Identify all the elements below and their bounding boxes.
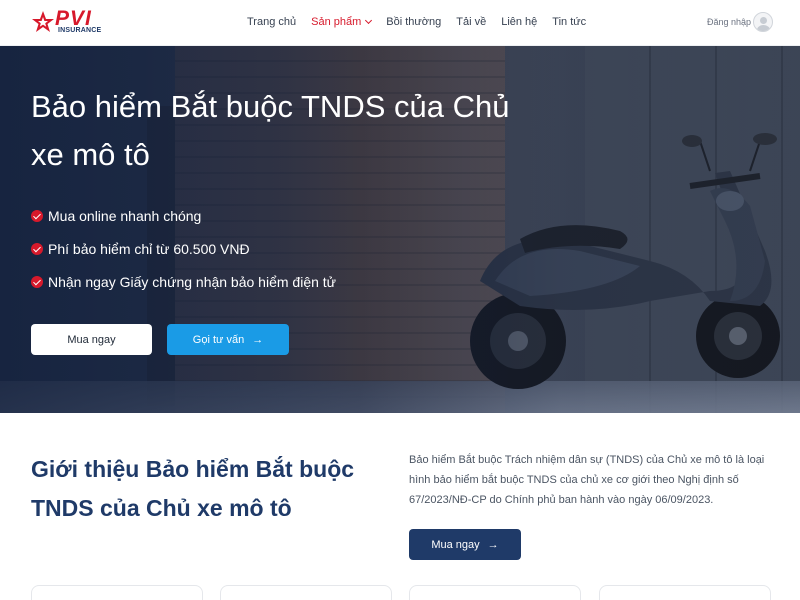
intro-buy-now-button[interactable]: Mua ngay → bbox=[409, 529, 521, 560]
product-cards-row bbox=[31, 585, 773, 600]
button-label: Mua ngay bbox=[67, 333, 116, 346]
nav-item-claims[interactable]: Bồi thường bbox=[386, 16, 441, 28]
chevron-down-icon bbox=[365, 16, 373, 25]
nav-item-contact[interactable]: Liên hệ bbox=[501, 16, 537, 28]
nav-item-home[interactable]: Trang chủ bbox=[247, 16, 296, 28]
nav-item-news[interactable]: Tin tức bbox=[552, 16, 586, 28]
avatar-icon[interactable] bbox=[753, 12, 773, 32]
nav-label: Trang chủ bbox=[247, 16, 297, 28]
nav-item-products[interactable]: Sản phẩm bbox=[311, 16, 373, 28]
intro-title: Giới thiệu Bảo hiểm Bắt buộc TNDS của Ch… bbox=[31, 456, 355, 521]
arrow-right-icon: → bbox=[252, 333, 264, 346]
arrow-right-icon: → bbox=[487, 538, 499, 551]
nav-item-downloads[interactable]: Tải về bbox=[456, 16, 486, 28]
login-link[interactable]: Đăng nhập bbox=[707, 17, 751, 27]
star-logo-icon bbox=[32, 11, 54, 32]
check-circle-icon bbox=[31, 209, 43, 222]
feature-item: Nhận ngay Giấy chứng nhận bảo hiểm điện … bbox=[31, 265, 336, 298]
check-circle-icon bbox=[31, 275, 43, 288]
pvi-logo[interactable]: PVI INSURANCE bbox=[31, 7, 109, 39]
hero-consult-button[interactable]: Gọi tư vấn → bbox=[167, 324, 289, 355]
product-card[interactable] bbox=[599, 585, 771, 600]
check-circle-icon bbox=[31, 242, 43, 255]
nav-label: Tin tức bbox=[552, 16, 587, 28]
feature-text: Nhận ngay Giấy chứng nhận bảo hiểm điện … bbox=[48, 273, 337, 290]
feature-text: Phí bảo hiểm chỉ từ 60.500 VNĐ bbox=[48, 240, 250, 257]
product-card[interactable] bbox=[220, 585, 392, 600]
feature-item: Mua online nhanh chóng bbox=[31, 199, 336, 232]
hero-title: Bảo hiểm Bắt buộc TNDS của Chủ xe mô tô bbox=[31, 89, 510, 172]
nav-label: Bồi thường bbox=[386, 16, 442, 28]
feature-item: Phí bảo hiểm chỉ từ 60.500 VNĐ bbox=[31, 232, 336, 265]
product-card[interactable] bbox=[31, 585, 203, 600]
avatar-body bbox=[757, 25, 770, 31]
feature-text: Mua online nhanh chóng bbox=[48, 207, 202, 224]
hero-feature-list: Mua online nhanh chóng Phí bảo hiểm chỉ … bbox=[31, 199, 336, 298]
product-card[interactable] bbox=[409, 585, 581, 600]
main-menu: Trang chủ Sản phẩm Bồi thường Tải về Liê… bbox=[247, 16, 601, 28]
nav-label: Sản phẩm bbox=[311, 16, 362, 28]
nav-label: Liên hệ bbox=[501, 16, 538, 28]
intro-description: Bảo hiểm Bắt buộc Trách nhiệm dân sự (TN… bbox=[409, 454, 765, 506]
nav-label: Tải về bbox=[456, 16, 487, 28]
hero-buy-now-button[interactable]: Mua ngay bbox=[31, 324, 152, 355]
button-label: Mua ngay bbox=[431, 538, 480, 551]
button-label: Gọi tư vấn bbox=[192, 333, 245, 346]
logo-subtext: INSURANCE bbox=[58, 27, 102, 34]
avatar-head bbox=[760, 17, 767, 24]
top-navbar: PVI INSURANCE Trang chủ Sản phẩm Bồi thư… bbox=[0, 0, 800, 46]
